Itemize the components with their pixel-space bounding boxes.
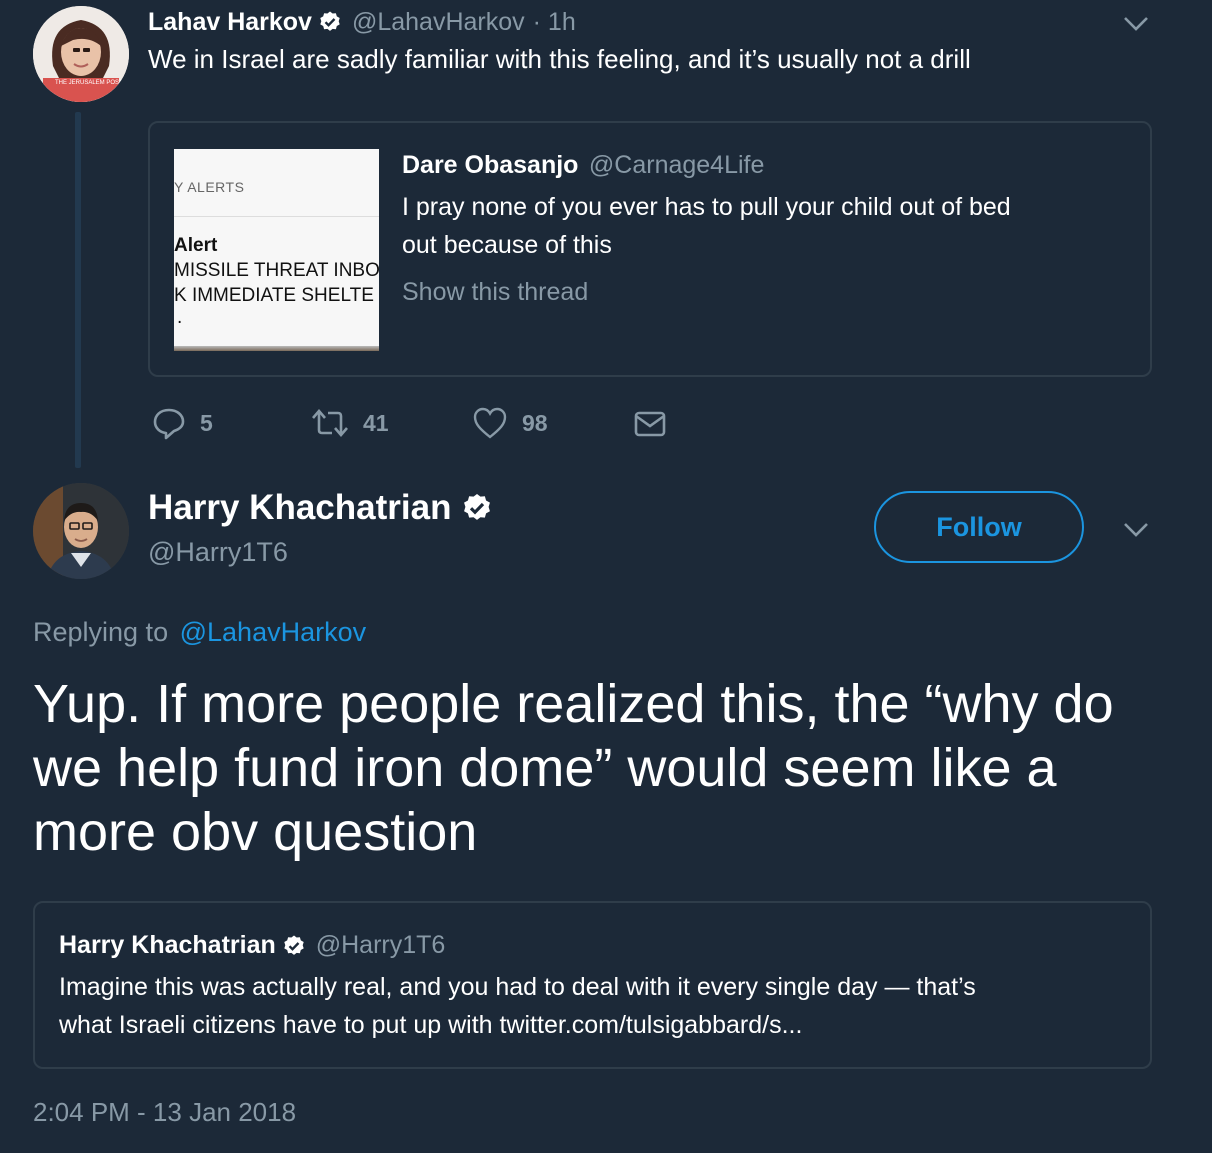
like-icon <box>473 407 507 439</box>
thumb-line1: Alert <box>174 235 218 256</box>
tweet1-author-name[interactable]: Lahav Harkov <box>148 8 312 37</box>
quoted2-author-name[interactable]: Harry Khachatrian <box>59 931 276 960</box>
verified-badge-icon <box>464 494 491 520</box>
quoted2-text-line2: what Israeli citizens have to put up wit… <box>59 1011 803 1039</box>
like-count: 98 <box>522 409 548 436</box>
message-icon <box>634 411 666 437</box>
quoted2-handle[interactable]: @Harry1T6 <box>316 931 446 960</box>
thread-line <box>75 112 81 468</box>
replying-to-link[interactable]: @LahavHarkov <box>180 617 367 647</box>
lahav-avatar-image <box>33 6 129 102</box>
tweet2-text-line2: we help fund iron dome” would seem like … <box>33 738 1057 798</box>
tweet1-header: Lahav Harkov @LahavHarkov · 1h <box>148 5 576 39</box>
tweet2-text-line1: Yup. If more people realized this, the “… <box>33 674 1114 734</box>
tweet2-text-line3: more obv question <box>33 802 478 862</box>
thumb-divider <box>174 216 379 217</box>
retweet-count: 41 <box>363 409 389 436</box>
reply-icon <box>153 408 185 440</box>
quoted2-header: Harry Khachatrian @Harry1T6 <box>59 931 445 960</box>
quoted-text-line2: out because of this <box>402 231 612 259</box>
quoted-header: Dare Obasanjo @Carnage4Life <box>402 151 764 180</box>
quoted-media-thumbnail[interactable]: Y ALERTS Alert MISSILE THREAT INBO K IMM… <box>174 149 379 351</box>
quoted-author-name[interactable]: Dare Obasanjo <box>402 151 578 179</box>
verified-badge-icon <box>284 935 304 955</box>
tweet1-text: We in Israel are sadly familiar with thi… <box>148 44 971 74</box>
quoted-handle[interactable]: @Carnage4Life <box>589 151 765 179</box>
thumb-line2: MISSILE THREAT INBO <box>174 260 379 281</box>
reply-action[interactable]: 5 <box>152 406 213 440</box>
retweet-icon <box>312 409 348 437</box>
thumb-bottom-shadow <box>174 346 379 351</box>
tweet2-text: Yup. If more people realized this, the “… <box>33 672 1114 864</box>
tweet1-handle[interactable]: @LahavHarkov <box>352 8 525 37</box>
retweet-action[interactable]: 41 <box>311 406 389 440</box>
quoted-tweet-card-2[interactable]: Harry Khachatrian @Harry1T6 Imagine this… <box>33 901 1152 1069</box>
tweet2-timestamp[interactable]: 2:04 PM - 13 Jan 2018 <box>33 1097 296 1128</box>
replying-to: Replying to @LahavHarkov <box>33 617 366 648</box>
lahav-avatar[interactable]: THE JERUSALEM POST <box>33 6 129 102</box>
tweet1-time[interactable]: · 1h <box>533 8 576 37</box>
thumb-line3: K IMMEDIATE SHELTE <box>174 285 374 306</box>
tweet2-author-name[interactable]: Harry Khachatrian <box>148 488 451 528</box>
quoted2-text-line1: Imagine this was actually real, and you … <box>59 973 976 1001</box>
follow-button[interactable]: Follow <box>874 491 1084 563</box>
chevron-down-icon[interactable] <box>1122 12 1150 34</box>
reply-count: 5 <box>200 409 213 436</box>
message-action[interactable] <box>633 408 667 440</box>
show-thread-link[interactable]: Show this thread <box>402 278 588 307</box>
chevron-down-icon[interactable] <box>1122 518 1150 540</box>
thumb-line4: . <box>177 307 183 328</box>
verified-badge-icon <box>320 11 340 31</box>
harry-avatar-image <box>33 483 129 579</box>
tweet2-author-row: Harry Khachatrian <box>148 488 493 528</box>
thumb-header: Y ALERTS <box>174 179 245 195</box>
quoted-text-line1: I pray none of you ever has to pull your… <box>402 193 1011 221</box>
tweet2-handle[interactable]: @Harry1T6 <box>148 537 288 568</box>
like-action[interactable]: 98 <box>472 406 548 440</box>
harry-avatar[interactable] <box>33 483 129 579</box>
avatar-caption: THE JERUSALEM POST <box>55 80 123 86</box>
quoted-tweet-card[interactable]: Y ALERTS Alert MISSILE THREAT INBO K IMM… <box>148 121 1152 377</box>
replying-prefix: Replying to <box>33 617 169 647</box>
